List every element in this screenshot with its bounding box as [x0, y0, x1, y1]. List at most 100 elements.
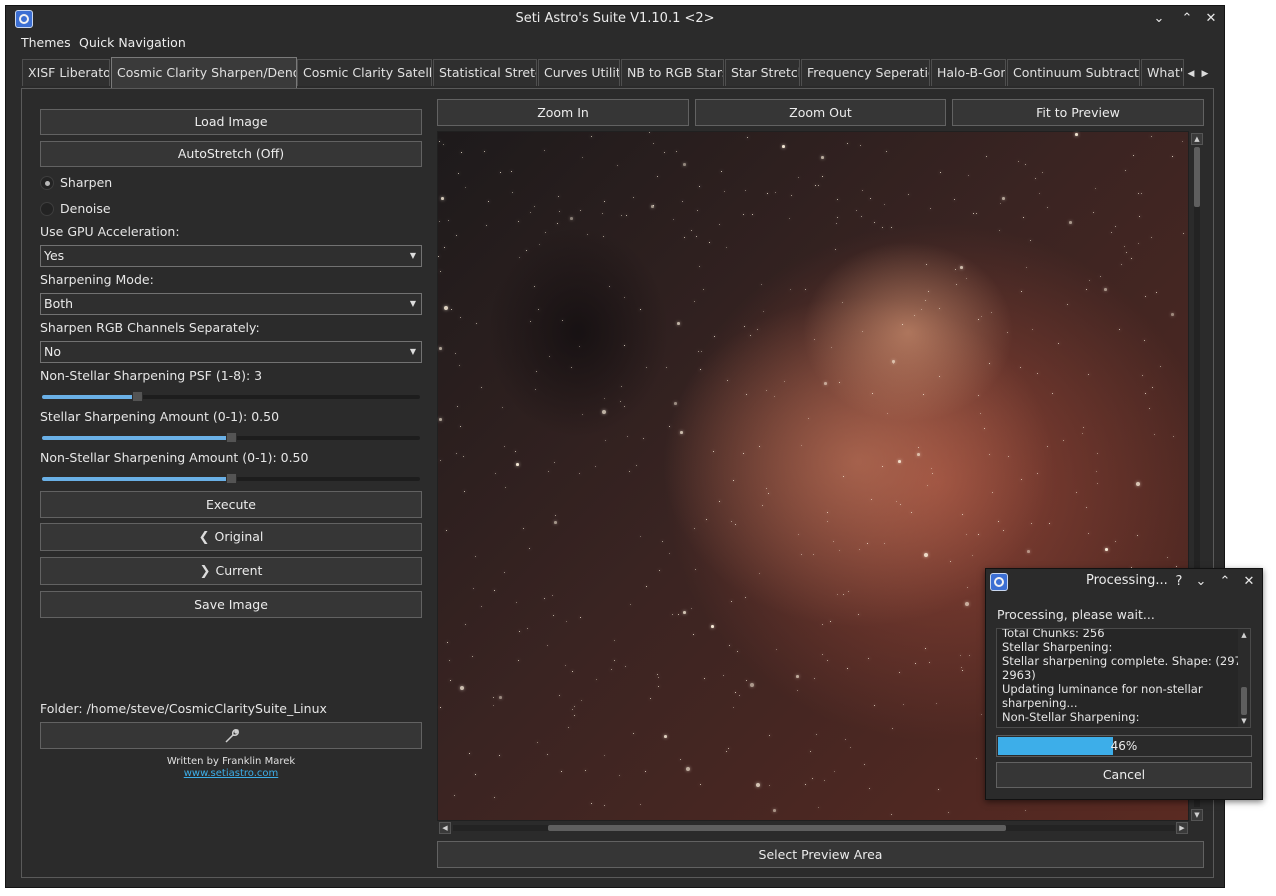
sharpen-radio[interactable]	[40, 176, 54, 190]
website-link[interactable]: www.setiastro.com	[40, 768, 422, 779]
tab-xisf-liberator[interactable]: XISF Liberator	[22, 59, 110, 86]
star-point	[986, 156, 988, 158]
nonstellar-amount-slider-fill	[42, 477, 231, 481]
star-point	[928, 291, 930, 293]
star-point	[960, 655, 962, 657]
log-output[interactable]: Total Chunks: 256 Stellar Sharpening: St…	[996, 628, 1251, 728]
star-point	[604, 398, 606, 400]
dialog-maximize-button[interactable]: ⌃	[1214, 569, 1236, 595]
horizontal-scrollbar[interactable]: ◀ ▶	[437, 821, 1205, 835]
star-point	[596, 679, 598, 681]
star-point	[731, 521, 733, 523]
star-point	[1075, 133, 1078, 136]
star-point	[911, 512, 913, 514]
scroll-right-icon[interactable]: ▶	[1176, 822, 1188, 834]
star-point	[759, 573, 761, 575]
star-point	[495, 473, 497, 475]
select-preview-area-button[interactable]: Select Preview Area	[437, 841, 1204, 868]
star-point	[662, 541, 664, 543]
scroll-down-icon[interactable]: ▼	[1191, 809, 1203, 821]
horizontal-scroll-track[interactable]	[453, 825, 1175, 831]
maximize-button[interactable]: ⌃	[1176, 6, 1198, 32]
star-point	[745, 190, 747, 192]
star-point	[1089, 280, 1091, 282]
tab-halo-b-gon[interactable]: Halo-B-Gon	[931, 59, 1006, 86]
star-point	[440, 707, 442, 709]
star-point	[1039, 193, 1041, 195]
menu-quick-navigation[interactable]: Quick Navigation	[79, 34, 186, 52]
star-point	[1027, 550, 1030, 553]
close-button[interactable]: ✕	[1200, 6, 1222, 32]
current-button[interactable]: ❯ Current	[40, 557, 422, 585]
psf-slider[interactable]	[42, 395, 420, 399]
log-line: 2963)	[1002, 668, 1036, 682]
tab-frequency-seperation[interactable]: Frequency Seperation	[801, 59, 930, 86]
cancel-button[interactable]: Cancel	[996, 762, 1252, 788]
execute-button[interactable]: Execute	[40, 491, 422, 518]
star-point	[456, 235, 458, 237]
star-point	[499, 696, 502, 699]
star-point	[617, 165, 619, 167]
star-point	[646, 367, 648, 369]
load-image-button[interactable]: Load Image	[40, 109, 422, 135]
tab-nb-to-rgb-stars[interactable]: NB to RGB Stars	[621, 59, 724, 86]
star-point	[580, 617, 582, 619]
minimize-button[interactable]: ⌄	[1148, 6, 1170, 32]
star-point	[871, 499, 873, 501]
star-point	[696, 236, 698, 238]
star-point	[936, 703, 938, 705]
scroll-up-icon[interactable]: ▲	[1238, 630, 1250, 640]
star-point	[1042, 172, 1044, 174]
nonstellar-amount-slider-handle[interactable]	[226, 473, 237, 484]
star-point	[568, 727, 570, 729]
star-point	[512, 192, 514, 194]
save-image-button[interactable]: Save Image	[40, 591, 422, 618]
tab-statistical-stretch[interactable]: Statistical Stretch	[433, 59, 537, 86]
help-button[interactable]: ?	[1168, 569, 1190, 595]
star-point	[735, 692, 737, 694]
star-point	[457, 406, 459, 408]
stellar-amount-slider-handle[interactable]	[226, 432, 237, 443]
denoise-radio[interactable]	[40, 202, 54, 216]
dialog-minimize-button[interactable]: ⌄	[1190, 569, 1212, 595]
tab-cosmic-clarity-sharpen-denoise[interactable]: Cosmic Clarity Sharpen/Denoise	[111, 57, 297, 88]
star-point	[565, 665, 567, 667]
zoom-out-button[interactable]: Zoom Out	[695, 99, 946, 126]
log-scroll-handle[interactable]	[1241, 687, 1247, 715]
original-button[interactable]: ❮ Original	[40, 523, 422, 551]
star-point	[580, 210, 582, 212]
scroll-down-icon[interactable]: ▼	[1238, 716, 1250, 726]
horizontal-scroll-handle[interactable]	[548, 825, 1006, 831]
star-point	[673, 219, 675, 221]
tab-continuum-subtraction[interactable]: Continuum Subtraction	[1007, 59, 1140, 86]
star-point	[842, 302, 844, 304]
wrench-icon	[225, 729, 239, 743]
fit-to-preview-button[interactable]: Fit to Preview	[952, 99, 1204, 126]
log-scrollbar[interactable]: ▲ ▼	[1238, 629, 1250, 727]
star-point	[683, 611, 686, 614]
star-point	[1035, 178, 1037, 180]
zoom-in-button[interactable]: Zoom In	[437, 99, 689, 126]
star-point	[1000, 203, 1002, 205]
settings-wrench-button[interactable]	[40, 722, 422, 749]
gpu-acceleration-select[interactable]: Yes ▼	[40, 245, 422, 267]
tab-scroll-left-icon[interactable]: ◀	[1184, 64, 1198, 84]
dialog-close-button[interactable]: ✕	[1238, 569, 1260, 595]
rgb-channels-select[interactable]: No ▼	[40, 341, 422, 363]
scroll-up-icon[interactable]: ▲	[1191, 133, 1203, 145]
star-point	[965, 602, 969, 606]
sharpening-mode-select[interactable]: Both ▼	[40, 293, 422, 315]
tab-curves-utility[interactable]: Curves Utility	[538, 59, 620, 86]
vertical-scroll-handle[interactable]	[1194, 147, 1200, 207]
tab-star-stretch[interactable]: Star Stretch	[725, 59, 800, 86]
autostretch-button[interactable]: AutoStretch (Off)	[40, 141, 422, 167]
psf-slider-handle[interactable]	[132, 391, 143, 402]
tab-scroll-right-icon[interactable]: ▶	[1198, 64, 1212, 84]
tab-whats-new[interactable]: What's	[1141, 59, 1184, 86]
star-point	[475, 556, 477, 558]
star-point	[1131, 258, 1133, 260]
tab-cosmic-clarity-satellite[interactable]: Cosmic Clarity Satellite	[297, 59, 432, 86]
menu-themes[interactable]: Themes	[21, 34, 71, 52]
star-point	[796, 675, 799, 678]
scroll-left-icon[interactable]: ◀	[439, 822, 451, 834]
